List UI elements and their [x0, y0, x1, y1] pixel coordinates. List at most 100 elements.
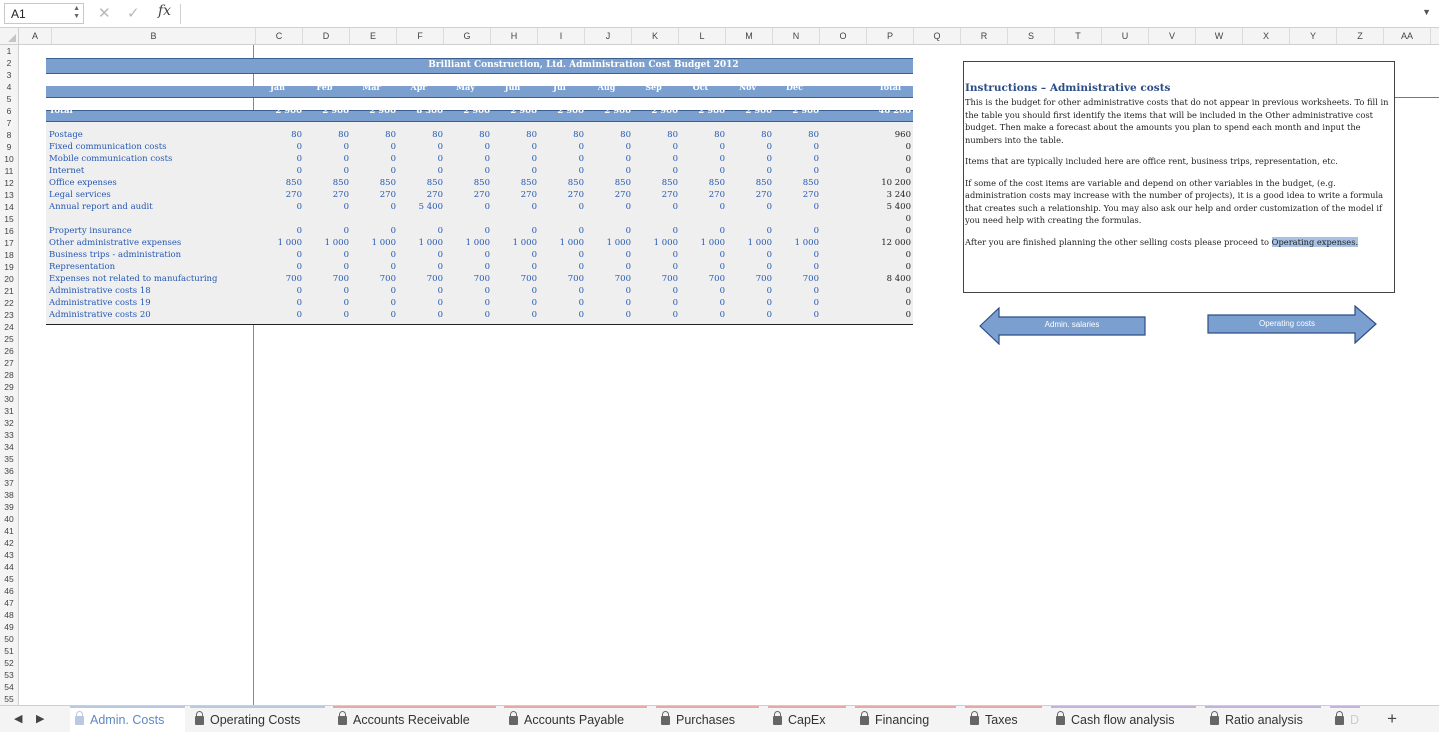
- sheet-tab[interactable]: Accounts Payable: [504, 706, 647, 732]
- sheet-tab[interactable]: CapEx: [768, 706, 846, 732]
- column-header[interactable]: O: [820, 28, 867, 44]
- row-header[interactable]: 14: [0, 201, 18, 213]
- prev-sheet-icon[interactable]: ◀: [14, 712, 22, 725]
- row-header[interactable]: 41: [0, 525, 18, 537]
- row-header[interactable]: 15: [0, 213, 18, 225]
- row-header[interactable]: 51: [0, 645, 18, 657]
- row-header[interactable]: 4: [0, 81, 18, 93]
- row-header[interactable]: 17: [0, 237, 18, 249]
- select-all-corner[interactable]: [0, 28, 19, 44]
- name-box[interactable]: A1 ▲ ▼: [4, 3, 84, 24]
- column-header[interactable]: A: [19, 28, 52, 44]
- row-header[interactable]: 23: [0, 309, 18, 321]
- row-header[interactable]: 39: [0, 501, 18, 513]
- operating-expenses-link[interactable]: Operating expenses.: [1271, 236, 1359, 247]
- column-header[interactable]: B: [52, 28, 256, 44]
- column-header[interactable]: V: [1149, 28, 1196, 44]
- row-header[interactable]: 13: [0, 189, 18, 201]
- column-header[interactable]: D: [303, 28, 350, 44]
- sheet-tab[interactable]: Ratio analysis: [1205, 706, 1321, 732]
- row-header[interactable]: 21: [0, 285, 18, 297]
- row-header[interactable]: 52: [0, 657, 18, 669]
- row-header[interactable]: 3: [0, 69, 18, 81]
- row-header[interactable]: 34: [0, 441, 18, 453]
- next-sheet-icon[interactable]: ▶: [36, 712, 44, 725]
- row-header[interactable]: 20: [0, 273, 18, 285]
- row-header[interactable]: 9: [0, 141, 18, 153]
- sheet-tab[interactable]: Cash flow analysis: [1051, 706, 1196, 732]
- row-header[interactable]: 28: [0, 369, 18, 381]
- row-header[interactable]: 36: [0, 465, 18, 477]
- row-header[interactable]: 37: [0, 477, 18, 489]
- row-header[interactable]: 12: [0, 177, 18, 189]
- row-header[interactable]: 24: [0, 321, 18, 333]
- row-header[interactable]: 32: [0, 417, 18, 429]
- row-header[interactable]: 42: [0, 537, 18, 549]
- column-header[interactable]: T: [1055, 28, 1102, 44]
- column-header[interactable]: N: [773, 28, 820, 44]
- row-header[interactable]: 6: [0, 105, 18, 117]
- column-header[interactable]: G: [444, 28, 491, 44]
- sheet-tab[interactable]: Purchases: [656, 706, 759, 732]
- row-header[interactable]: 26: [0, 345, 18, 357]
- column-header[interactable]: AA: [1384, 28, 1431, 44]
- cancel-icon[interactable]: ✕: [98, 4, 111, 22]
- row-header[interactable]: 7: [0, 117, 18, 129]
- sheet-tab[interactable]: Financing: [855, 706, 956, 732]
- operating-costs-button[interactable]: Operating costs: [1207, 304, 1379, 348]
- row-header[interactable]: 25: [0, 333, 18, 345]
- function-icon[interactable]: fx: [158, 3, 171, 19]
- row-header[interactable]: 43: [0, 549, 18, 561]
- column-header[interactable]: W: [1196, 28, 1243, 44]
- row-header[interactable]: 48: [0, 609, 18, 621]
- column-header[interactable]: H: [491, 28, 538, 44]
- row-header[interactable]: 30: [0, 393, 18, 405]
- name-box-spinner-icon[interactable]: ▲ ▼: [73, 5, 80, 21]
- column-header[interactable]: L: [679, 28, 726, 44]
- row-header[interactable]: 33: [0, 429, 18, 441]
- row-header[interactable]: 31: [0, 405, 18, 417]
- column-header[interactable]: I: [538, 28, 585, 44]
- add-sheet-icon[interactable]: +: [1387, 709, 1397, 729]
- row-header[interactable]: 35: [0, 453, 18, 465]
- row-header[interactable]: 45: [0, 573, 18, 585]
- column-header[interactable]: X: [1243, 28, 1290, 44]
- row-header[interactable]: 40: [0, 513, 18, 525]
- row-header[interactable]: 10: [0, 153, 18, 165]
- column-header[interactable]: R: [961, 28, 1008, 44]
- row-header[interactable]: 19: [0, 261, 18, 273]
- column-header[interactable]: M: [726, 28, 773, 44]
- row-header[interactable]: 54: [0, 681, 18, 693]
- column-header[interactable]: Q: [914, 28, 961, 44]
- row-header[interactable]: 11: [0, 165, 18, 177]
- row-header[interactable]: 5: [0, 93, 18, 105]
- sheet-tab[interactable]: D: [1330, 706, 1360, 732]
- column-header[interactable]: Z: [1337, 28, 1384, 44]
- row-header[interactable]: 1: [0, 45, 18, 57]
- column-header[interactable]: P: [867, 28, 914, 44]
- row-header[interactable]: 18: [0, 249, 18, 261]
- column-header[interactable]: Y: [1290, 28, 1337, 44]
- column-header[interactable]: F: [397, 28, 444, 44]
- column-header[interactable]: U: [1102, 28, 1149, 44]
- row-header[interactable]: 50: [0, 633, 18, 645]
- row-header[interactable]: 16: [0, 225, 18, 237]
- row-header[interactable]: 47: [0, 597, 18, 609]
- row-header[interactable]: 55: [0, 693, 18, 705]
- row-header[interactable]: 44: [0, 561, 18, 573]
- column-header[interactable]: K: [632, 28, 679, 44]
- row-header[interactable]: 22: [0, 297, 18, 309]
- row-header[interactable]: 8: [0, 129, 18, 141]
- row-header[interactable]: 29: [0, 381, 18, 393]
- column-header[interactable]: S: [1008, 28, 1055, 44]
- sheet-tab[interactable]: Admin. Costs: [70, 706, 185, 732]
- row-header[interactable]: 53: [0, 669, 18, 681]
- column-header[interactable]: J: [585, 28, 632, 44]
- formula-expand-icon[interactable]: ▼: [1422, 7, 1431, 17]
- sheet-tab[interactable]: Taxes: [965, 706, 1042, 732]
- row-header[interactable]: 46: [0, 585, 18, 597]
- admin-salaries-button[interactable]: Admin. salaries: [979, 306, 1149, 348]
- sheet-tab[interactable]: Accounts Receivable: [333, 706, 496, 732]
- row-header[interactable]: 38: [0, 489, 18, 501]
- row-header[interactable]: 2: [0, 57, 18, 69]
